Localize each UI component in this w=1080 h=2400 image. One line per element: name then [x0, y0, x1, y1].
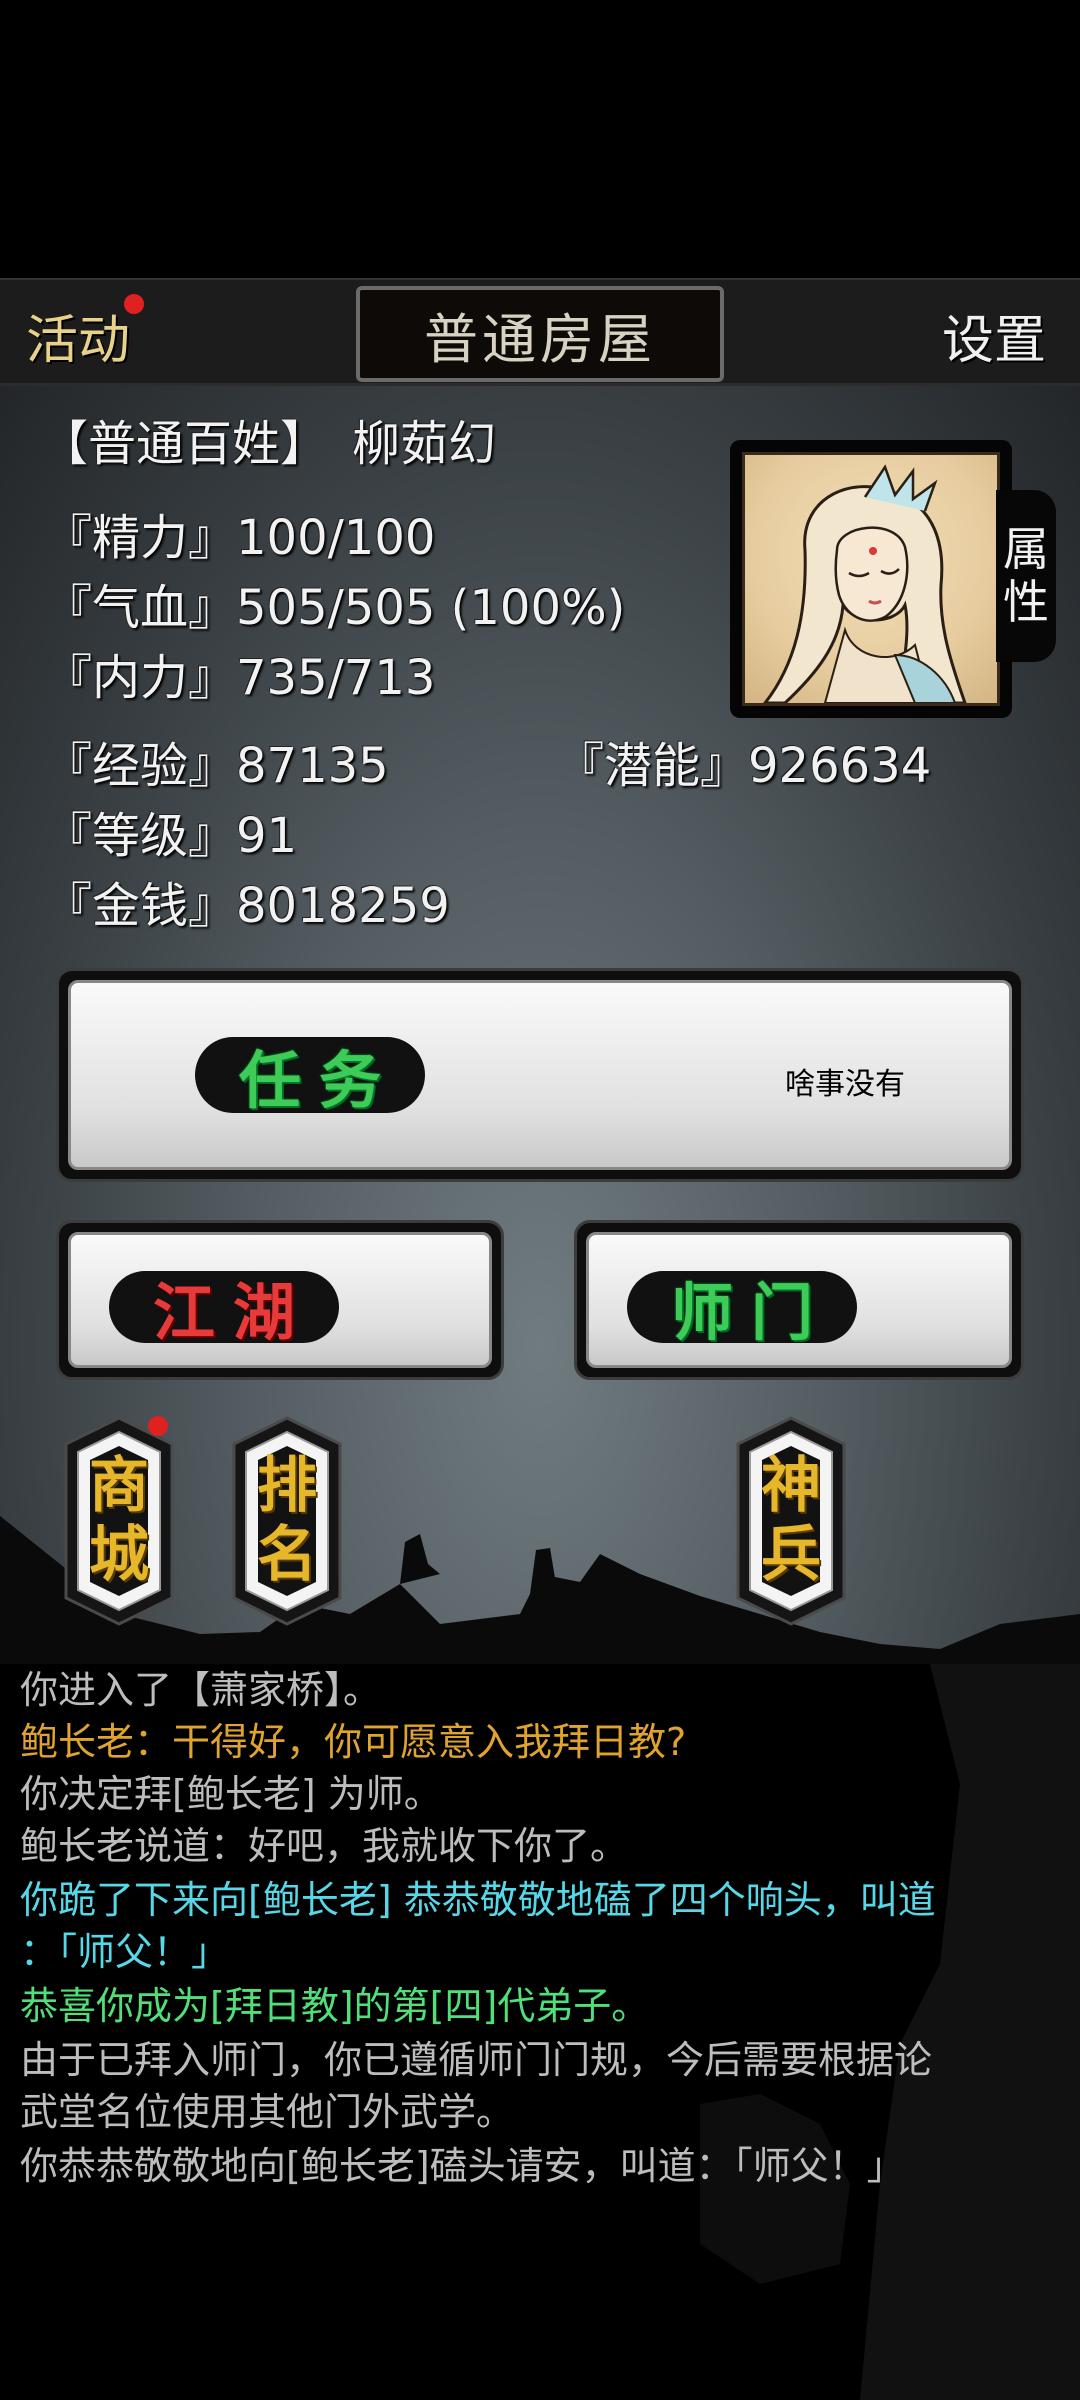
stat-experience: 『经验』87135 — [44, 738, 389, 794]
divine-weapon-button[interactable]: 神 兵 — [728, 1414, 854, 1628]
stat-health: 『气血』505/505 (100%) — [44, 580, 626, 636]
location-title: 普通房屋 — [356, 286, 724, 382]
log-line-4: 鲍长老说道：好吧，我就收下你了。 — [20, 1824, 629, 1868]
activity-notification-dot — [124, 294, 144, 314]
character-title: 【普通百姓】 柳茹幻 — [40, 416, 497, 472]
portrait-drawing — [763, 464, 967, 703]
stat-level: 『等级』91 — [44, 808, 298, 864]
ranking-button[interactable]: 排 名 — [224, 1414, 350, 1628]
activity-button[interactable]: 活动 — [26, 298, 130, 373]
log-line-2: 鲍长老：干得好，你可愿意入我拜日教? — [20, 1720, 687, 1764]
stat-potential: 『潜能』926634 — [556, 738, 932, 794]
log-line-6: ：「师父！」 — [20, 1930, 230, 1974]
shop-notification-dot — [148, 1416, 168, 1436]
task-status: 啥事没有 — [785, 1067, 905, 1102]
log-line-8: 由于已拜入师门，你已遵循师门门规，今后需要根据论 — [20, 2038, 933, 2082]
character-portrait[interactable] — [730, 440, 1012, 718]
ranking-char-1: 排 — [257, 1451, 317, 1521]
log-line-10: 你恭恭敬敬地向[鲍长老]磕头请安，叫道：「师父！」 — [20, 2144, 905, 2188]
jianghu-label: 江湖 — [109, 1271, 339, 1349]
log-line-7: 恭喜你成为[拜日教]的第[四]代弟子。 — [20, 1984, 650, 2028]
shop-char-2: 城 — [89, 1520, 149, 1590]
log-line-9: 武堂名位使用其他门外武学。 — [20, 2090, 515, 2134]
portrait-image — [742, 452, 1000, 706]
task-button-label: 任务 — [195, 1037, 425, 1117]
attributes-tab[interactable]: 属 性 — [996, 490, 1056, 662]
settings-button[interactable]: 设置 — [942, 298, 1046, 373]
divine-weapon-char-1: 神 — [761, 1451, 821, 1521]
shop-char-1: 商 — [89, 1451, 149, 1521]
shimen-label: 师门 — [627, 1271, 857, 1349]
activity-label: 活动 — [26, 311, 131, 371]
top-bar: 活动 普通房屋 设置 — [0, 278, 1080, 386]
shop-button[interactable]: 商 城 — [56, 1414, 182, 1628]
log-line-5: 你跪了下来向[鲍长老] 恭恭敬敬地磕了四个响头，叫道 — [20, 1878, 936, 1922]
divine-weapon-char-2: 兵 — [761, 1520, 821, 1590]
log-line-1: 你进入了【萧家桥】。 — [20, 1668, 382, 1712]
task-card[interactable]: 任务 啥事没有 — [56, 968, 1024, 1182]
shimen-button[interactable]: 师门 — [574, 1220, 1024, 1380]
attributes-tab-char-1: 属 — [1003, 522, 1049, 577]
main-panel: 【普通百姓】 柳茹幻 『精力』100/100 『气血』505/505 (100%… — [0, 386, 1080, 1664]
log-line-3: 你决定拜[鲍长老] 为师。 — [20, 1772, 442, 1816]
stat-money: 『金钱』8018259 — [44, 878, 450, 934]
jianghu-button[interactable]: 江湖 — [56, 1220, 504, 1380]
message-log[interactable]: 你进入了【萧家桥】。 鲍长老：干得好，你可愿意入我拜日教? 你决定拜[鲍长老] … — [0, 1664, 1080, 2400]
stat-energy: 『精力』100/100 — [44, 510, 436, 566]
attributes-tab-char-2: 性 — [1003, 575, 1049, 629]
ranking-char-2: 名 — [257, 1520, 317, 1590]
stat-inner-power: 『内力』735/713 — [44, 650, 436, 706]
